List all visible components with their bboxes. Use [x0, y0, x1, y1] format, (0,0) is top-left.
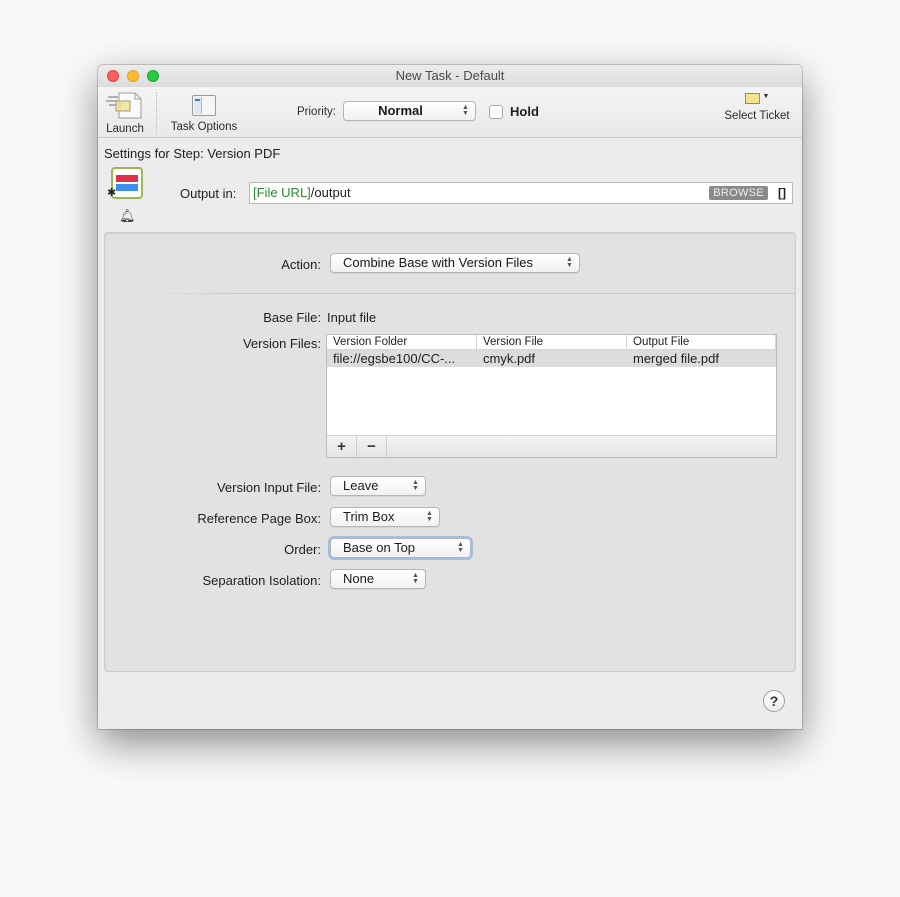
remove-row-button[interactable]: −: [357, 436, 387, 457]
toolbar-separator: [156, 92, 157, 134]
add-row-button[interactable]: +: [327, 436, 357, 457]
version-input-file-label: Version Input File:: [216, 480, 321, 495]
cell-version-folder: file://egsbe100/CC-...: [333, 351, 456, 366]
window-title: New Task - Default: [395, 68, 505, 83]
column-header-version-folder[interactable]: Version Folder: [327, 335, 477, 350]
column-header-output-file[interactable]: Output File: [627, 335, 776, 350]
help-button[interactable]: ?: [763, 690, 785, 712]
base-file-label: Base File:: [263, 310, 321, 325]
version-input-file-select[interactable]: Leave ▲ ▼: [330, 476, 426, 496]
task-options-button[interactable]: Task Options: [164, 95, 244, 133]
order-label: Order:: [284, 542, 321, 557]
caret-down-icon: ▼: [762, 93, 770, 100]
action-value: Combine Base with Version Files: [343, 255, 534, 270]
table-footer: + −: [327, 435, 776, 457]
table-row[interactable]: file://egsbe100/CC-... cmyk.pdf merged f…: [327, 350, 776, 367]
browse-button[interactable]: BROWSE: [709, 186, 768, 200]
order-select[interactable]: Base on Top ▲ ▼: [330, 538, 471, 558]
gear-icon[interactable]: ✱: [107, 186, 116, 199]
action-select[interactable]: Combine Base with Version Files ▲ ▼: [330, 253, 580, 273]
launch-icon: [106, 91, 144, 119]
select-arrows-icon: ▲ ▼: [412, 479, 419, 492]
launch-label: Launch: [106, 123, 144, 135]
file-url-token: [File URL]: [253, 185, 311, 200]
separation-isolation-select[interactable]: None ▲ ▼: [330, 569, 426, 589]
launch-button[interactable]: Launch: [102, 91, 148, 135]
priority-value: Normal: [378, 103, 423, 118]
order-value: Base on Top: [343, 540, 416, 555]
task-options-icon: [192, 95, 216, 116]
step-title: Settings for Step: Version PDF: [104, 146, 281, 161]
reference-page-box-value: Trim Box: [343, 509, 395, 524]
hold-label: Hold: [510, 104, 539, 119]
output-path-text: /output: [310, 185, 351, 200]
output-in-label: Output in:: [180, 186, 237, 201]
version-input-file-value: Leave: [343, 478, 379, 493]
table-header: Version Folder Version File Output File: [327, 335, 776, 350]
title-bar: New Task - Default: [98, 65, 802, 87]
close-window-button[interactable]: [107, 70, 119, 82]
cell-version-file: cmyk.pdf: [483, 351, 536, 366]
select-arrows-icon: ▲ ▼: [462, 104, 469, 117]
hold-checkbox[interactable]: [489, 105, 503, 119]
zoom-window-button[interactable]: [147, 70, 159, 82]
action-label: Action:: [281, 257, 321, 272]
step-icon-blue-bar: [116, 184, 138, 191]
separation-isolation-label: Separation Isolation:: [202, 573, 321, 588]
output-path-field[interactable]: [File URL]/output BROWSE []: [249, 182, 793, 204]
version-files-label: Version Files:: [242, 336, 321, 351]
task-options-label: Task Options: [170, 121, 238, 133]
priority-select[interactable]: Normal ▲ ▼: [343, 101, 476, 121]
select-ticket-label: Select Ticket: [724, 110, 790, 122]
select-arrows-icon: ▲ ▼: [412, 572, 419, 585]
toolbar: Launch Task Options Priority: Normal ▲ ▼ …: [98, 87, 802, 138]
divider: [145, 293, 795, 294]
column-header-version-file[interactable]: Version File: [477, 335, 627, 350]
priority-label: Priority:: [297, 106, 336, 118]
settings-panel: Action: Combine Base with Version Files …: [104, 232, 796, 672]
ticket-icon: [744, 93, 760, 104]
reference-page-box-select[interactable]: Trim Box ▲ ▼: [330, 507, 440, 527]
bell-icon[interactable]: 🔔︎: [119, 208, 136, 224]
select-arrows-icon: ▲ ▼: [457, 541, 464, 554]
version-files-table: Version Folder Version File Output File …: [326, 334, 777, 458]
base-file-value: Input file: [327, 310, 377, 325]
cell-output-file: merged file.pdf: [633, 351, 719, 366]
select-arrows-icon: ▲ ▼: [566, 256, 573, 269]
separation-isolation-value: None: [343, 571, 375, 586]
select-ticket-button[interactable]: ▼ Select Ticket: [722, 93, 792, 122]
step-icon-red-bar: [116, 175, 138, 182]
reference-page-box-label: Reference Page Box:: [197, 511, 321, 526]
task-window: New Task - Default Launch Task Options P…: [98, 65, 802, 729]
variables-bracket-button[interactable]: []: [778, 183, 786, 203]
select-arrows-icon: ▲ ▼: [426, 510, 433, 523]
minimize-window-button[interactable]: [127, 70, 139, 82]
